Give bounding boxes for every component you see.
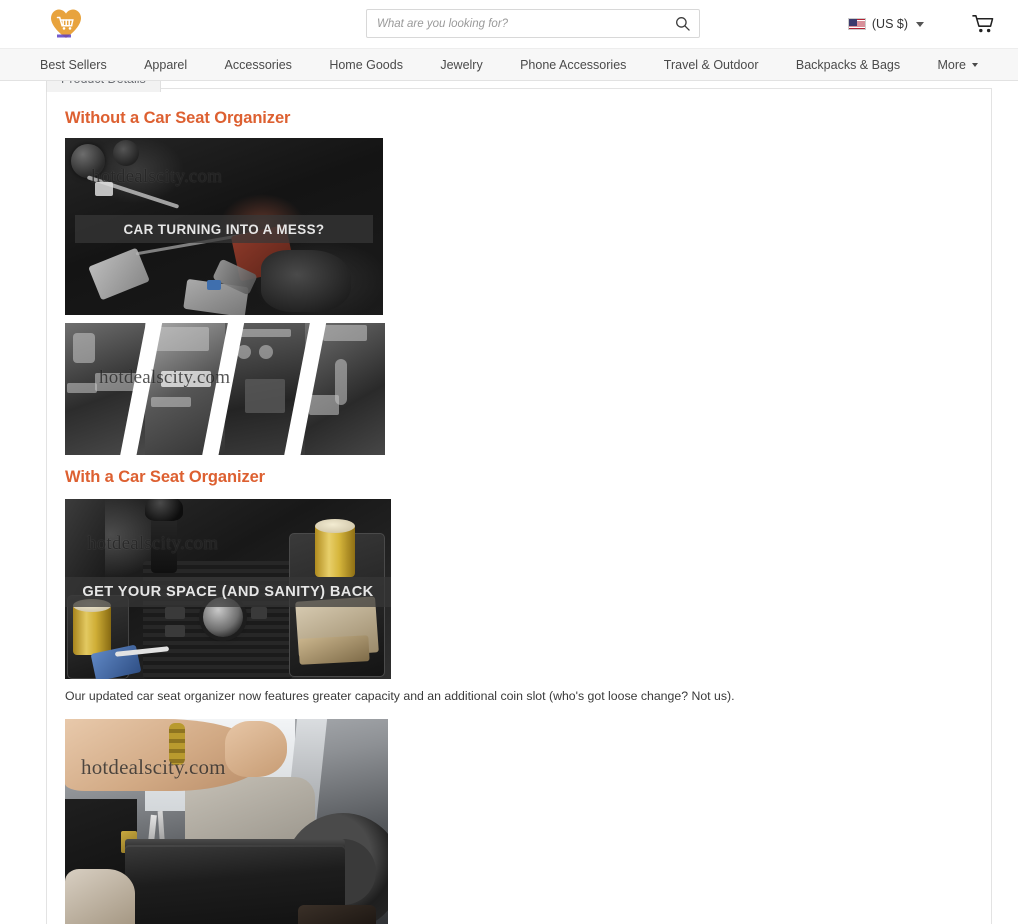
shopping-cart-icon [972,15,994,33]
decor-phone [88,247,150,301]
search-button[interactable] [665,10,699,37]
decor-clutter [67,383,97,393]
decor-button-1 [165,607,185,619]
decor-wallet-2 [298,635,370,665]
chevron-down-icon [971,62,978,67]
nav-label: Apparel [144,57,188,72]
nav-item-list: Best Sellers Apparel Accessories Home Go… [0,49,1018,80]
cart-button[interactable] [968,9,998,39]
nav-label: Jewelry [440,57,483,72]
decor-shoe [261,250,351,312]
decor-leather-seat [65,868,135,924]
decor-trash [245,379,285,413]
decor-dash [323,325,367,341]
decor-button-2 [165,625,185,637]
decor-dial [71,144,105,178]
nav-item-more[interactable]: More [937,57,978,72]
currency-selector[interactable]: (US $) [842,13,930,35]
currency-label: (US $) [871,17,908,31]
nav-item-accessories[interactable]: Accessories [225,58,292,72]
nav-label: Home Goods [329,57,403,72]
nav-item-phone-accessories[interactable]: Phone Accessories [520,58,626,72]
nav-item-backpacks-bags[interactable]: Backpacks & Bags [796,58,900,72]
main-navigation: Best Sellers Apparel Accessories Home Go… [0,48,1018,81]
chevron-down-icon [916,21,924,27]
decor-blue-item [207,280,221,290]
nav-item-home-goods[interactable]: Home Goods [329,58,403,72]
search-icon [675,17,690,31]
nav-item-apparel[interactable]: Apparel [144,58,187,72]
section-title-without-organizer: Without a Car Seat Organizer [65,109,291,127]
section-title-with-organizer: With a Car Seat Organizer [65,468,265,486]
nav-label: Backpacks & Bags [795,57,901,72]
decor-stitched-panel [298,904,376,924]
site-logo[interactable] [45,3,87,45]
decor-bracelet [169,722,185,765]
organized-console-image: hotdealscity.com GET YOUR SPACE (AND SAN… [65,499,391,679]
nav-label: Best Sellers [40,57,107,72]
decor-plug [95,182,113,196]
decor-items [309,395,339,415]
site-header: (US $) [0,0,1018,48]
decor-hand [225,720,287,777]
search-input[interactable] [367,10,665,37]
product-details-panel: Without a Car Seat Organizer hotdealscit… [46,88,992,924]
decor-cable [151,397,191,407]
messy-car-collage-image: hotdealscity.com [65,323,385,455]
nav-item-best-sellers[interactable]: Best Sellers [40,58,107,72]
heart-cart-logo-icon [49,7,83,41]
decor-wrapper [161,371,211,387]
image-caption-banner: CAR TURNING INTO A MESS? [75,215,373,243]
nav-item-travel-outdoor[interactable]: Travel & Outdoor [664,58,759,72]
decor-can-right-top [315,519,355,533]
nav-label: Accessories [224,57,292,72]
decor-box [155,327,209,351]
us-flag-icon [847,18,866,30]
nav-label: Travel & Outdoor [663,57,759,72]
decor-bottle [73,333,95,363]
header-right-controls: (US $) [842,0,998,48]
nav-label: Phone Accessories [520,57,627,72]
image-caption-banner: GET YOUR SPACE (AND SANITY) BACK [65,577,391,607]
nav-label: More [937,57,966,72]
decor-knob-2 [259,345,273,359]
messy-car-interior-image: hotdealscity.com CAR TURNING INTO A MESS… [65,138,383,315]
product-details-page: Product Details Without a Car Seat Organ… [0,0,1018,924]
organizer-in-use-image: hotdealscity.com [65,718,388,924]
product-description-paragraph: Our updated car seat organizer now featu… [65,689,735,703]
search-bar[interactable] [366,9,700,38]
decor-button-3 [251,607,267,619]
decor-shifter-knob [145,499,183,521]
nav-item-jewelry[interactable]: Jewelry [440,58,482,72]
decor-dial-2 [113,140,139,166]
